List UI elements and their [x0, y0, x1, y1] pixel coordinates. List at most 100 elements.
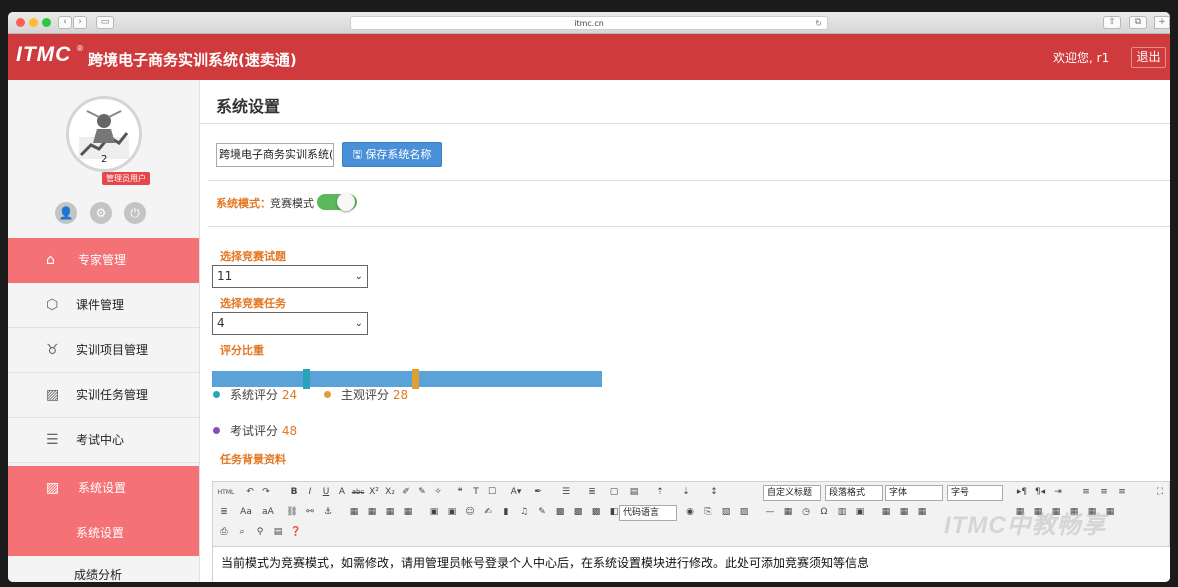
unordered-list-icon[interactable]: ≣: [585, 486, 599, 499]
underline-icon[interactable]: U: [319, 486, 333, 499]
insert-video-icon[interactable]: ▮: [499, 506, 513, 519]
sidebar-item-exam-center[interactable]: ☰ 考试中心: [8, 418, 199, 463]
power-icon[interactable]: ⏻: [124, 202, 146, 224]
contest-select[interactable]: 11 ⌄: [212, 265, 368, 288]
clear-doc-icon[interactable]: ▤: [627, 486, 641, 499]
pagebreak-icon[interactable]: ⎘: [701, 506, 715, 519]
share-icon[interactable]: ⇧: [1103, 16, 1121, 29]
insert-paragraph-icon[interactable]: ▦: [915, 506, 929, 519]
preview-icon[interactable]: ⌕: [235, 526, 249, 539]
custom-title-select[interactable]: 自定义标题: [763, 485, 821, 501]
insert-table-icon[interactable]: ▦: [879, 506, 893, 519]
help-icon[interactable]: ❓: [289, 526, 303, 539]
font-border-icon[interactable]: A: [335, 486, 349, 499]
insert-frame-icon[interactable]: ▢: [607, 486, 621, 499]
task-select[interactable]: 4 ⌄: [212, 312, 368, 335]
logout-button[interactable]: 退出: [1131, 47, 1166, 68]
sidebar-subitem-system-settings[interactable]: 系统设置: [8, 511, 199, 556]
auto-format-icon[interactable]: ✧: [431, 486, 445, 499]
horizontal-rule-icon[interactable]: —: [763, 506, 777, 519]
drafts-icon[interactable]: ▤: [271, 526, 285, 539]
reload-icon[interactable]: ↻: [815, 17, 822, 30]
superscript-icon[interactable]: X²: [367, 486, 381, 499]
wordimage-icon[interactable]: ▥: [835, 506, 849, 519]
minimize-window-button[interactable]: [29, 18, 38, 27]
date-icon[interactable]: ▦: [781, 506, 795, 519]
save-system-name-button[interactable]: 🖫 保存系统名称: [342, 142, 442, 167]
emotion-icon[interactable]: ☺: [463, 506, 477, 519]
simple-upload-icon[interactable]: ▣: [427, 506, 441, 519]
gmap-icon[interactable]: ▩: [571, 506, 585, 519]
undo-icon[interactable]: ↶: [243, 486, 257, 499]
system-score-handle[interactable]: [302, 369, 310, 389]
unlink-icon[interactable]: ⚯: [303, 506, 317, 519]
uppercase-icon[interactable]: aA: [261, 506, 275, 519]
background-icon[interactable]: ▨: [737, 506, 751, 519]
anchor-icon[interactable]: ⚓: [321, 506, 335, 519]
user-icon[interactable]: 👤: [55, 202, 77, 224]
webapp-icon[interactable]: ◉: [683, 506, 697, 519]
fullscreen-icon[interactable]: ⛶: [1153, 486, 1167, 499]
sidebar-toggle-icon[interactable]: ▭: [96, 16, 114, 29]
row-spacing-top-icon[interactable]: ⇡: [653, 486, 667, 499]
ltr-icon[interactable]: ▸¶: [1015, 486, 1029, 499]
insert-frame2-icon[interactable]: ▩: [589, 506, 603, 519]
eraser-icon[interactable]: ✐: [399, 486, 413, 499]
italic-icon[interactable]: I: [303, 486, 317, 499]
image-center-icon[interactable]: ▦: [401, 506, 415, 519]
font-color-icon[interactable]: A▾: [509, 486, 523, 499]
weight-slider[interactable]: [212, 369, 602, 389]
search-replace-icon[interactable]: ▣: [853, 506, 867, 519]
rich-text-editor[interactable]: 当前模式为竞赛模式，如需修改，请用管理员帐号登录个人中心后，在系统设置模块进行修…: [212, 547, 1170, 582]
sidebar-item-system-settings[interactable]: ▨ 系统设置: [8, 466, 199, 511]
code-language-select[interactable]: 代码语言: [619, 505, 677, 521]
tabs-icon[interactable]: ⧉: [1129, 16, 1147, 29]
subjective-score-handle[interactable]: [411, 369, 419, 389]
subscript-icon[interactable]: X₂: [383, 486, 397, 499]
system-name-input[interactable]: 跨境电子商务实训系统(速卖通): [216, 143, 334, 167]
scrawl-icon[interactable]: ✍: [481, 506, 495, 519]
address-bar[interactable]: itmc.cn ↻: [350, 16, 828, 30]
sidebar-item-training-project[interactable]: ♉ 实训项目管理: [8, 328, 199, 373]
highlight-icon[interactable]: ✒: [531, 486, 545, 499]
forward-icon[interactable]: ›: [73, 16, 87, 29]
align-center-icon[interactable]: ≡: [1097, 486, 1111, 499]
rtl-icon[interactable]: ¶◂: [1033, 486, 1047, 499]
ordered-list-icon[interactable]: ☰: [559, 486, 573, 499]
time-icon[interactable]: ◷: [799, 506, 813, 519]
row-spacing-bottom-icon[interactable]: ⇣: [679, 486, 693, 499]
indent-icon[interactable]: ⇥: [1051, 486, 1065, 499]
sidebar-item-training-task[interactable]: ▨ 实训任务管理: [8, 373, 199, 418]
mode-toggle[interactable]: [317, 193, 357, 211]
plain-text-icon[interactable]: T: [469, 486, 483, 499]
image-left-icon[interactable]: ▦: [365, 506, 379, 519]
special-chars-icon[interactable]: Ω: [817, 506, 831, 519]
align-left-icon[interactable]: ≡: [1079, 486, 1093, 499]
link-icon[interactable]: ⛓: [285, 506, 299, 519]
delete-table-icon[interactable]: ▦: [897, 506, 911, 519]
sidebar-item-courseware[interactable]: ⬡ 课件管理: [8, 283, 199, 328]
font-size-select[interactable]: 字号: [947, 485, 1003, 501]
close-window-button[interactable]: [16, 18, 25, 27]
sidebar-subitem-score-analysis[interactable]: 成绩分析: [8, 556, 199, 582]
maximize-window-button[interactable]: [42, 18, 51, 27]
font-family-select[interactable]: 字体: [885, 485, 943, 501]
search-icon[interactable]: ⚲: [253, 526, 267, 539]
select-all-icon[interactable]: ☐: [485, 486, 499, 499]
map-icon[interactable]: ▩: [553, 506, 567, 519]
bold-icon[interactable]: B: [287, 486, 301, 499]
html-source-icon[interactable]: HTML: [217, 486, 235, 499]
print-icon[interactable]: ⎙: [217, 526, 231, 539]
format-brush-icon[interactable]: ✎: [415, 486, 429, 499]
strikethrough-icon[interactable]: abc: [351, 486, 365, 499]
sidebar-item-expert[interactable]: ⌂ 专家管理: [8, 238, 199, 283]
lowercase-icon[interactable]: Aa: [239, 506, 253, 519]
line-height-icon[interactable]: ↕: [707, 486, 721, 499]
settings-gear-icon[interactable]: ⚙: [90, 202, 112, 224]
insert-image-icon[interactable]: ▣: [445, 506, 459, 519]
back-icon[interactable]: ‹: [58, 16, 72, 29]
blockquote-icon[interactable]: ❝: [453, 486, 467, 499]
align-right-icon[interactable]: ≡: [1115, 486, 1129, 499]
paragraph-format-select[interactable]: 段落格式: [825, 485, 883, 501]
music-icon[interactable]: ♫: [517, 506, 531, 519]
